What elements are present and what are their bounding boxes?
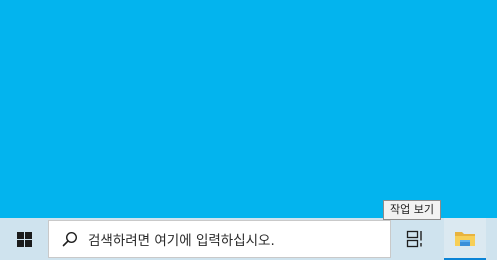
- search-placeholder: 검색하려면 여기에 입력하십시오.: [88, 233, 275, 249]
- task-view-icon: [406, 230, 422, 248]
- search-icon: [62, 231, 78, 247]
- desktop-background[interactable]: [0, 0, 497, 218]
- file-explorer-button[interactable]: [444, 218, 486, 260]
- file-explorer-icon: [455, 232, 475, 246]
- task-view-button[interactable]: [396, 218, 436, 260]
- start-button[interactable]: [0, 218, 48, 260]
- task-view-tooltip: 작업 보기: [383, 200, 441, 220]
- taskbar: 검색하려면 여기에 입력하십시오.: [0, 218, 497, 260]
- windows-logo-icon: [16, 231, 32, 247]
- search-box[interactable]: 검색하려면 여기에 입력하십시오.: [48, 220, 391, 258]
